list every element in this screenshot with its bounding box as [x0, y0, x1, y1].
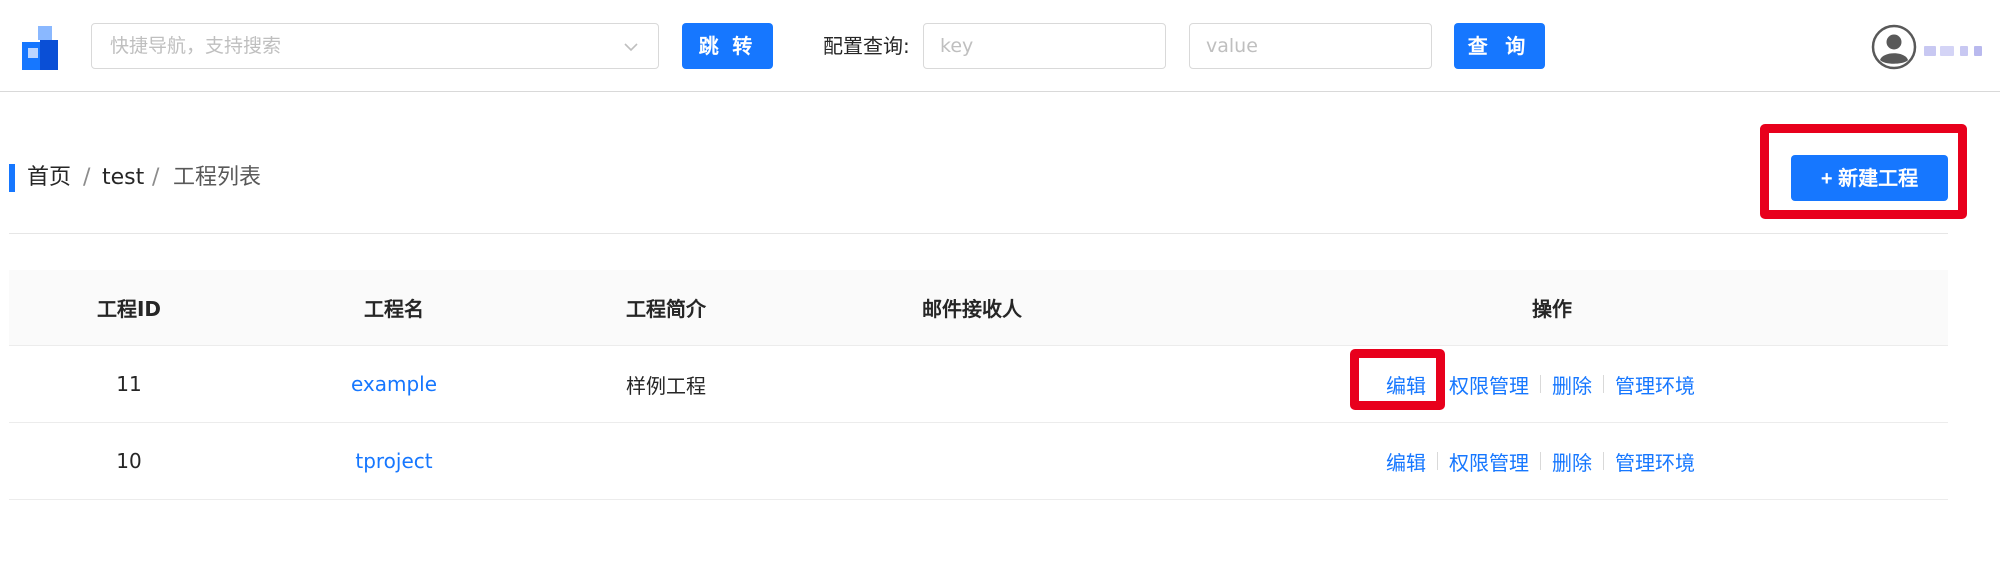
project-mail-recipients: [922, 423, 1122, 499]
permission-manage-link[interactable]: 权限管理: [1449, 447, 1529, 476]
action-divider: [1437, 452, 1438, 470]
table-row: 11 example 样例工程 编辑 权限管理 删除 管理环境: [9, 346, 1948, 423]
manage-environment-link[interactable]: 管理环境: [1615, 447, 1695, 476]
breadcrumb-separator: /: [83, 165, 91, 190]
chevron-down-icon: [622, 38, 640, 56]
app-logo-icon[interactable]: [22, 26, 62, 72]
config-key-placeholder: key: [940, 35, 974, 57]
table-row: 10 tproject 编辑 权限管理 删除 管理环境: [9, 423, 1948, 500]
action-divider: [1540, 375, 1541, 393]
edit-link[interactable]: 编辑: [1386, 447, 1426, 476]
project-id: 11: [116, 372, 142, 396]
permission-manage-link[interactable]: 权限管理: [1449, 370, 1529, 399]
user-avatar-icon[interactable]: [1871, 24, 1917, 70]
breadcrumb: 首页 / test / 工程列表: [9, 150, 1009, 206]
top-navbar: 快捷导航，支持搜索 跳 转 配置查询: key value 查 询: [0, 0, 2000, 92]
project-id: 10: [116, 449, 142, 473]
column-header-description: 工程简介: [626, 297, 706, 321]
config-value-input[interactable]: value: [1189, 23, 1432, 69]
project-description: [626, 423, 826, 499]
new-project-button[interactable]: + 新建工程: [1791, 155, 1948, 201]
breadcrumb-project-link[interactable]: test: [102, 150, 144, 206]
highlight-edit-link: [1350, 349, 1445, 410]
breadcrumb-current: 工程列表: [173, 165, 262, 190]
quick-nav-placeholder: 快捷导航，支持搜索: [110, 35, 282, 57]
user-name-obscured[interactable]: [1920, 44, 1992, 58]
config-key-input[interactable]: key: [923, 23, 1166, 69]
column-header-id: 工程ID: [96, 297, 162, 321]
project-table: 工程ID 工程名 工程简介 邮件接收人 操作 11 example 样例工程 编…: [9, 270, 1948, 500]
delete-link[interactable]: 删除: [1552, 370, 1592, 399]
column-header-actions: 操作: [1532, 297, 1572, 321]
action-divider: [1540, 452, 1541, 470]
action-divider: [1603, 452, 1604, 470]
delete-link[interactable]: 删除: [1552, 447, 1592, 476]
project-mail-recipients: [922, 346, 1122, 422]
project-name-link[interactable]: tproject: [249, 423, 539, 499]
query-button[interactable]: 查 询: [1454, 23, 1545, 69]
column-header-mail: 邮件接收人: [922, 297, 1022, 321]
config-value-placeholder: value: [1206, 35, 1258, 57]
config-query-label: 配置查询:: [823, 34, 910, 58]
breadcrumb-separator: /: [152, 165, 160, 190]
column-header-name: 工程名: [364, 297, 424, 321]
action-divider: [1603, 375, 1604, 393]
breadcrumb-accent-bar: [9, 164, 15, 192]
table-header: 工程ID 工程名 工程简介 邮件接收人 操作: [9, 270, 1948, 346]
section-divider: [9, 233, 1948, 234]
quick-nav-select[interactable]: 快捷导航，支持搜索: [91, 23, 659, 69]
project-description: 样例工程: [626, 373, 706, 398]
manage-environment-link[interactable]: 管理环境: [1615, 370, 1695, 399]
breadcrumb-home-link[interactable]: 首页: [27, 150, 71, 206]
jump-button[interactable]: 跳 转: [682, 23, 773, 69]
row-actions: 编辑 权限管理 删除 管理环境: [1386, 423, 1695, 499]
project-name-link[interactable]: example: [249, 346, 539, 422]
